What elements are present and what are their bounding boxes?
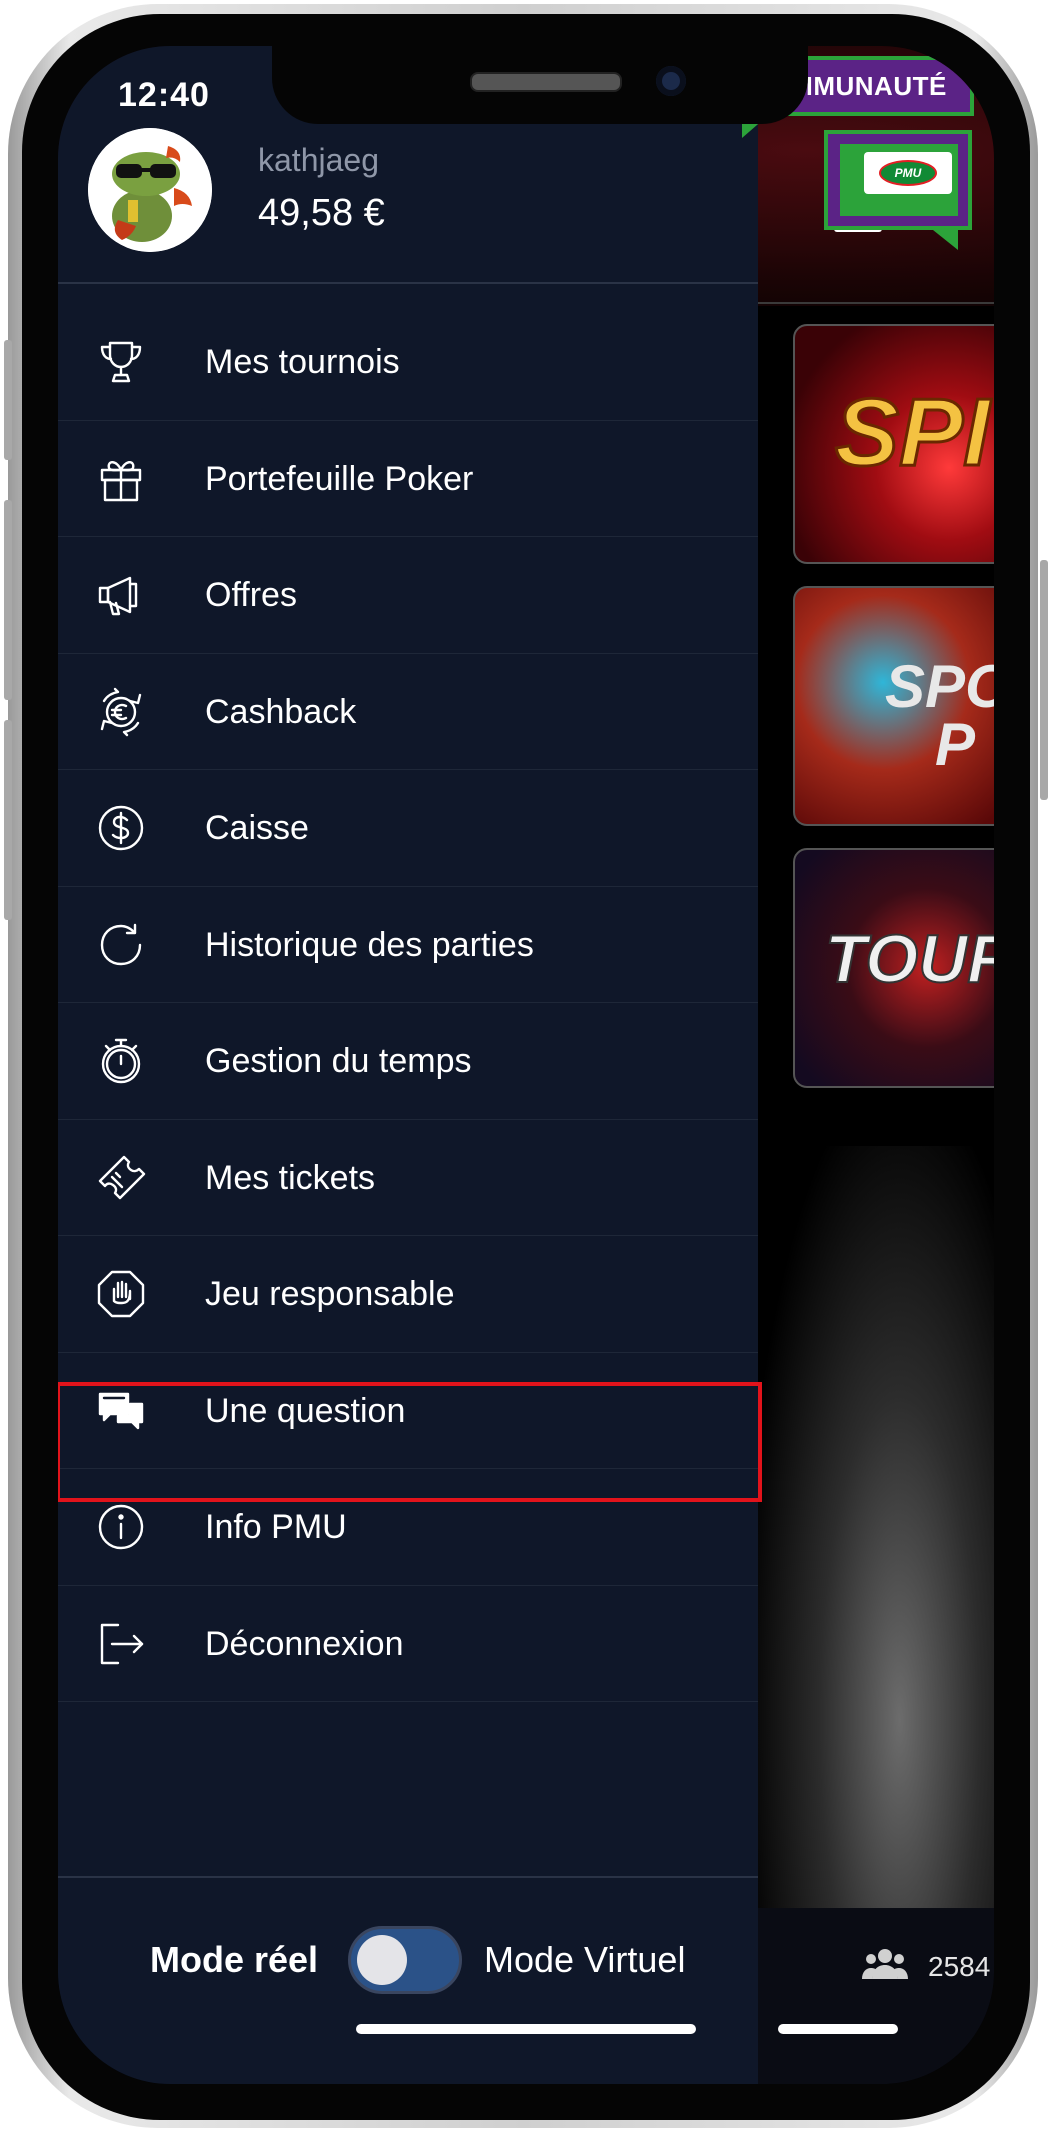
megaphone-icon (96, 570, 146, 620)
side-drawer: 12:40 kathjaeg 49,58 € Mes tournois Port… (58, 46, 762, 2084)
front-camera (656, 66, 686, 96)
status-time: 12:40 (118, 76, 210, 114)
menu-item-label: Déconnexion (205, 1624, 404, 1663)
home-indicator[interactable] (356, 2024, 696, 2034)
pmu-bubble-inner: PMU (840, 144, 958, 216)
menu-item-label: Gestion du temps (205, 1042, 472, 1080)
highlight-box (58, 1382, 762, 1502)
ticket-icon (96, 1153, 146, 1203)
drawer-menu: Mes tournois Portefeuille Poker Offres C… (58, 304, 762, 1702)
menu-item-label: Caisse (205, 809, 309, 847)
game-tile-spin[interactable]: SPI (793, 324, 994, 564)
background-footer (758, 1908, 994, 2084)
tile-title: SPO P (885, 653, 994, 778)
profile-divider (58, 282, 758, 284)
side-button-left-1 (4, 340, 12, 460)
menu-item-label: Portefeuille Poker (205, 459, 474, 498)
mode-real-label: Mode réel (150, 1939, 319, 1980)
tile-title: SPI (834, 378, 992, 488)
background-art (758, 1146, 994, 1966)
screen: SPI SPO P TOUR 2584 12:40 (58, 46, 994, 2084)
pmu-logo-oval: PMU (879, 160, 937, 186)
menu-item-cashback[interactable]: Cashback (58, 654, 758, 770)
menu-item-label: Historique des parties (205, 925, 534, 964)
game-tile-tournament[interactable]: TOUR (793, 848, 994, 1088)
speech-tail (920, 226, 958, 250)
background-divider (758, 302, 994, 304)
menu-item-label: Offres (205, 576, 297, 614)
pmu-logo: PMU (864, 152, 952, 194)
players-icon (862, 1946, 908, 1991)
username: kathjaeg (258, 142, 379, 178)
menu-item-portefeuille-poker[interactable]: Portefeuille Poker (58, 421, 758, 537)
mode-toggle[interactable] (348, 1926, 462, 1994)
menu-item-offres[interactable]: Offres (58, 537, 758, 654)
menu-item-label: Cashback (205, 692, 357, 731)
logout-icon (96, 1619, 146, 1669)
menu-item-mes-tickets[interactable]: Mes tickets (58, 1120, 758, 1236)
toggle-knob (357, 1935, 407, 1985)
hand-stop-icon (96, 1269, 146, 1319)
menu-item-label: Info PMU (205, 1508, 347, 1546)
menu-item-jeu-responsable[interactable]: Jeu responsable (58, 1236, 758, 1353)
game-tile-sport[interactable]: SPO P (793, 586, 994, 826)
info-icon (96, 1502, 146, 1552)
menu-item-caisse[interactable]: Caisse (58, 770, 758, 887)
footer-divider (58, 1876, 758, 1878)
menu-item-label: Mes tickets (205, 1158, 376, 1197)
gift-icon (96, 454, 146, 504)
tile-title: TOUR (824, 920, 994, 998)
menu-item-historique-des-parties[interactable]: Historique des parties (58, 887, 758, 1003)
side-button-right (1040, 560, 1048, 800)
euro-cycle-icon (96, 687, 146, 737)
pmu-bubble: PMU (824, 130, 972, 230)
menu-item-gestion-du-temps[interactable]: Gestion du temps (58, 1003, 758, 1120)
menu-item-mes-tournois[interactable]: Mes tournois (58, 304, 758, 421)
menu-item-deconnexion[interactable]: Déconnexion (58, 1586, 758, 1702)
speaker-grille (470, 72, 622, 92)
dollar-circle-icon (96, 803, 146, 853)
camera-notch (272, 46, 808, 124)
menu-item-label: Jeu responsable (205, 1275, 455, 1313)
account-balance: 49,58 € (258, 192, 385, 234)
pmu-logo-text: PMU (894, 166, 922, 180)
stopwatch-icon (96, 1036, 146, 1086)
background-home-indicator (778, 2024, 898, 2034)
frog-avatar-icon (88, 128, 212, 252)
trophy-icon (96, 337, 146, 387)
online-players-count: 2584 (928, 1951, 991, 1982)
menu-item-label: Mes tournois (205, 343, 400, 381)
avatar[interactable] (88, 128, 212, 252)
history-icon (96, 920, 146, 970)
mode-virtual-label: Mode Virtuel (484, 1939, 686, 1980)
side-button-left-2 (4, 500, 12, 700)
side-button-left-3 (4, 720, 12, 920)
